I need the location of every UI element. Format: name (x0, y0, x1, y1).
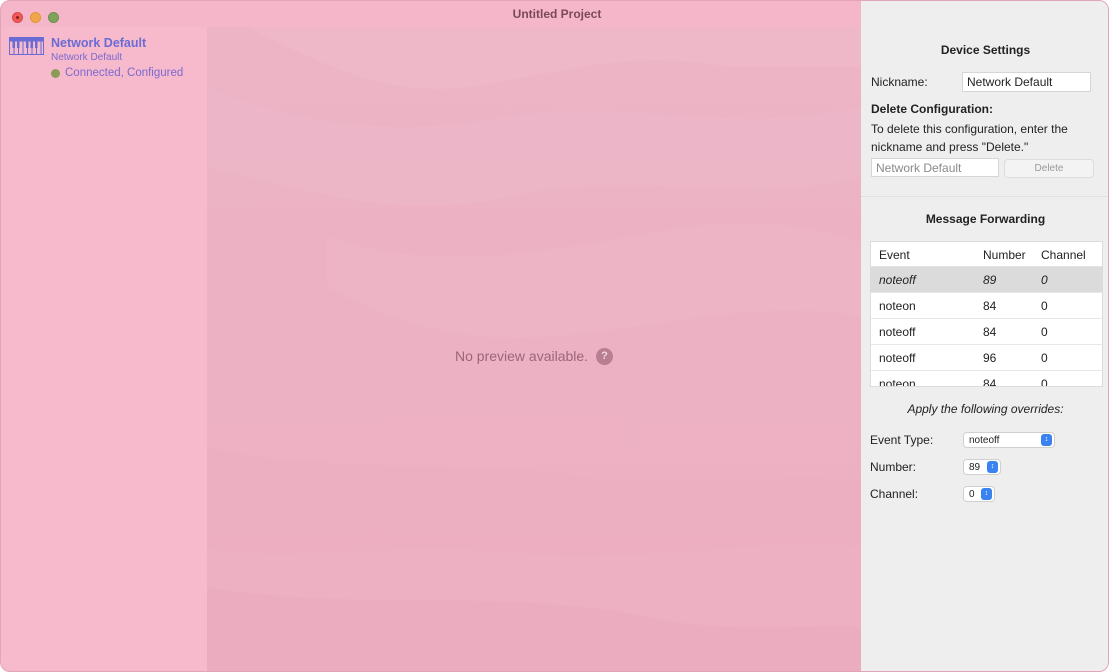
row-channel: 0 (1041, 377, 1048, 387)
device-name: Network Default (51, 36, 147, 50)
row-number: 89 (983, 273, 997, 287)
table-row[interactable]: noteoff 89 0 (871, 267, 1102, 293)
table-row[interactable]: noteon 84 0 (871, 293, 1102, 319)
forwarding-table[interactable]: Event Number Channel noteoff 89 0 noteon… (870, 241, 1103, 387)
row-channel: 0 (1041, 299, 1048, 313)
zoom-window-button[interactable] (48, 12, 59, 23)
delete-instructions-line-2: nickname and press "Delete." (871, 140, 1029, 154)
delete-instructions-line-1: To delete this configuration, enter the (871, 122, 1068, 136)
delete-confirm-field[interactable] (871, 158, 999, 177)
table-row[interactable]: noteoff 84 0 (871, 319, 1102, 345)
event-type-label: Event Type: (870, 433, 934, 447)
row-event: noteoff (879, 273, 916, 287)
nickname-label: Nickname: (871, 75, 928, 89)
column-header-channel[interactable]: Channel (1041, 248, 1086, 262)
window-title: Untitled Project (512, 7, 602, 21)
number-value: 89 (969, 462, 981, 473)
no-preview-message: No preview available. (455, 348, 589, 364)
row-number: 84 (983, 325, 997, 339)
table-row[interactable]: noteoff 96 0 (871, 345, 1102, 371)
row-number: 84 (983, 299, 997, 313)
column-header-event[interactable]: Event (879, 248, 910, 262)
help-icon[interactable]: ? (596, 348, 613, 365)
nickname-field[interactable] (962, 72, 1091, 92)
row-channel: 0 (1041, 351, 1048, 365)
table-header: Event Number Channel (871, 242, 1102, 267)
sidebar: Network Default Network Default Connecte… (1, 27, 207, 671)
device-subtitle: Network Default (51, 52, 123, 63)
row-channel: 0 (1041, 325, 1048, 339)
delete-configuration-title: Delete Configuration: (871, 102, 993, 116)
popup-chevron-icon: ↕ (981, 488, 992, 500)
channel-value: 0 (969, 489, 975, 500)
row-event: noteoff (879, 325, 916, 339)
device-list-item[interactable]: Network Default Network Default Connecte… (9, 36, 204, 82)
status-indicator-icon (51, 69, 60, 78)
number-popup[interactable]: 89 ↕ (963, 459, 1001, 475)
row-event: noteoff (879, 351, 916, 365)
channel-popup[interactable]: 0 ↕ (963, 486, 995, 502)
popup-chevron-icon: ↕ (987, 461, 998, 473)
row-event: noteon (879, 377, 916, 387)
message-forwarding-title: Message Forwarding (925, 212, 1046, 226)
midi-keyboard-icon (9, 37, 44, 55)
close-window-button[interactable] (12, 12, 23, 23)
popup-chevron-icon: ↕ (1041, 434, 1052, 446)
number-label: Number: (870, 460, 917, 474)
delete-button[interactable]: Delete (1004, 159, 1094, 178)
app-window: Untitled Project Network Default Network… (0, 0, 1109, 672)
table-row[interactable]: noteon 84 0 (871, 371, 1102, 387)
event-type-popup[interactable]: noteoff ↕ (963, 432, 1055, 448)
inspector-panel: Device Settings Nickname: Delete Configu… (861, 1, 1108, 671)
row-number: 84 (983, 377, 997, 387)
channel-label: Channel: (870, 487, 919, 501)
preview-area: No preview available. ? (207, 27, 861, 671)
event-type-value: noteoff (969, 435, 1000, 446)
row-event: noteon (879, 299, 916, 313)
row-number: 96 (983, 351, 997, 365)
row-channel: 0 (1041, 273, 1048, 287)
column-header-number[interactable]: Number (983, 248, 1026, 262)
device-status: Connected, Configured (65, 67, 184, 79)
section-divider (861, 196, 1108, 197)
overrides-title: Apply the following overrides: (907, 402, 1064, 416)
minimize-window-button[interactable] (30, 12, 41, 23)
device-settings-title: Device Settings (940, 43, 1031, 57)
